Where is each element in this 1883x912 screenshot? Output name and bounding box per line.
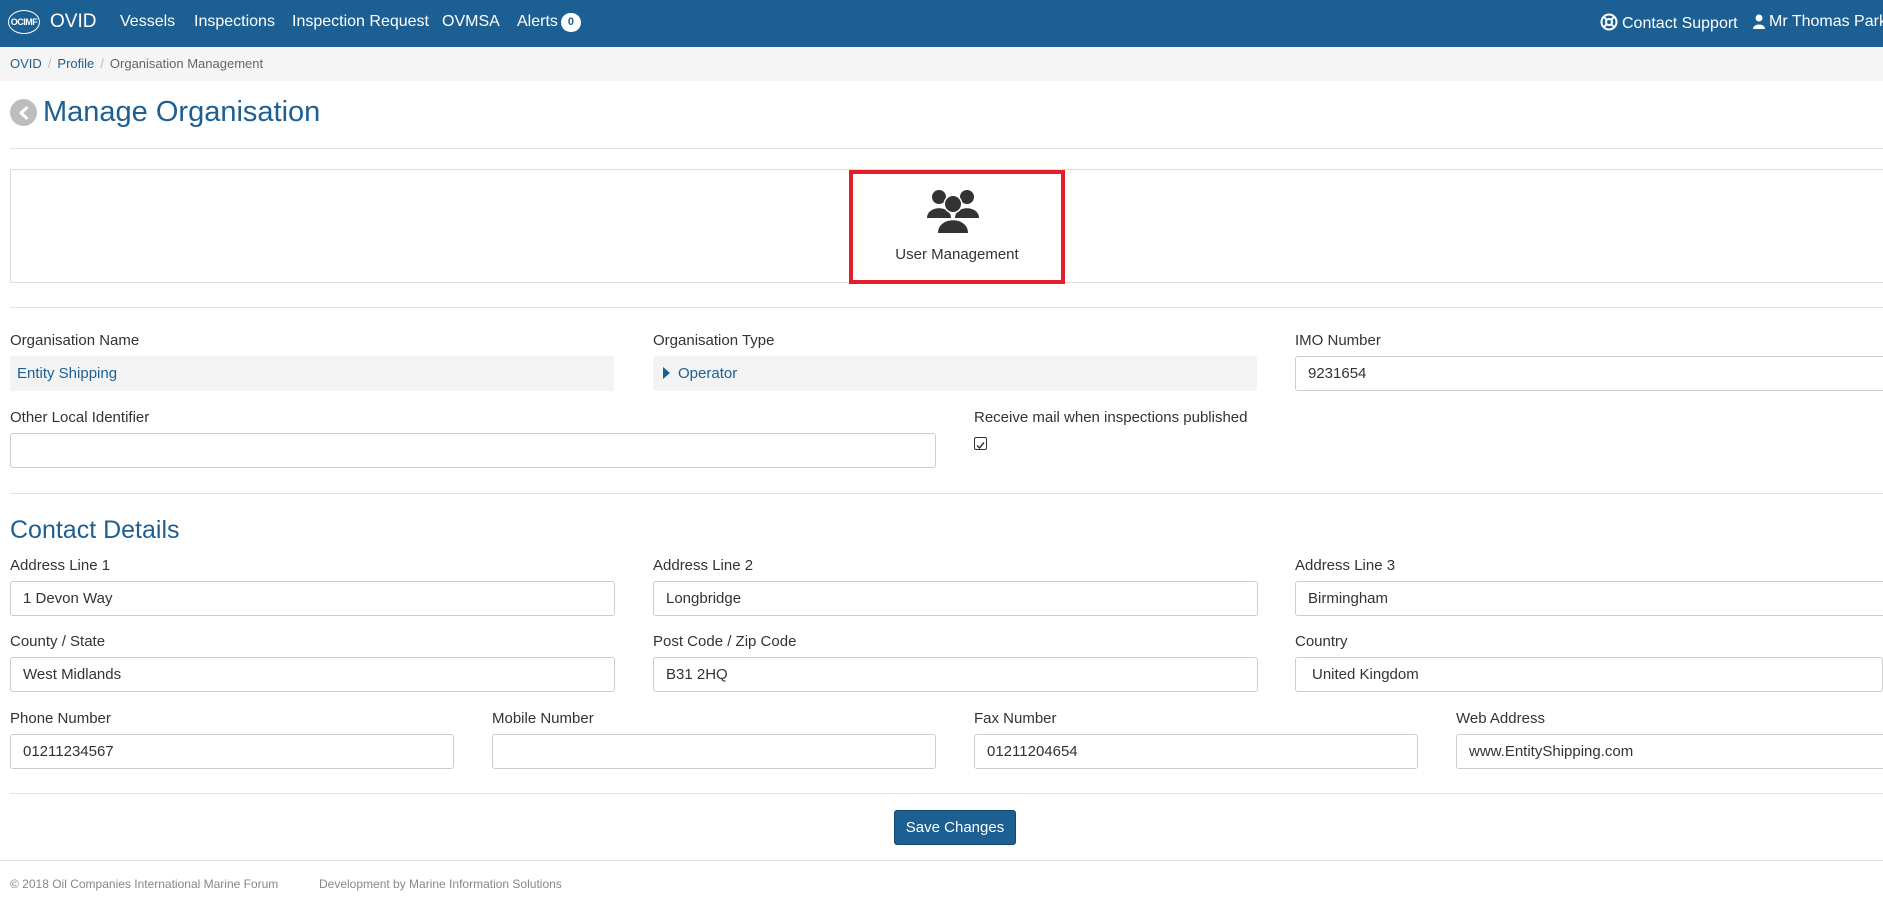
web-address-input[interactable]	[1456, 734, 1883, 769]
country-label: Country	[1295, 633, 1348, 650]
receive-mail-label: Receive mail when inspections published	[974, 409, 1248, 426]
page-title: Manage Organisation	[43, 96, 321, 128]
caret-right-icon	[663, 367, 670, 379]
organisation-name-value: Entity Shipping	[10, 356, 614, 391]
contact-support-label: Contact Support	[1622, 15, 1738, 32]
nav-inspection-request[interactable]: Inspection Request	[292, 13, 429, 31]
footer-development[interactable]: Development by Marine Information Soluti…	[319, 877, 562, 891]
users-icon	[927, 190, 979, 234]
breadcrumb-current: Organisation Management	[109, 56, 264, 71]
user-management-tile[interactable]: User Management	[849, 170, 1065, 284]
breadcrumb-separator: /	[47, 56, 52, 71]
divider	[10, 493, 1883, 494]
life-ring-icon	[1600, 13, 1618, 31]
footer-divider	[0, 860, 1883, 861]
checkmark-icon	[976, 442, 985, 450]
user-menu[interactable]: Mr Thomas Parke	[1753, 13, 1883, 31]
fax-number-input[interactable]	[974, 734, 1418, 769]
chevron-left-icon	[19, 106, 28, 119]
back-arrow-icon[interactable]	[10, 99, 37, 126]
postcode-input[interactable]	[653, 657, 1258, 692]
page-header: Manage Organisation	[10, 96, 320, 129]
breadcrumb-ovid[interactable]: OVID	[10, 56, 42, 71]
save-changes-button[interactable]: Save Changes	[894, 810, 1016, 845]
divider	[10, 793, 1883, 794]
address-line-1-input[interactable]	[10, 581, 615, 616]
contact-support-link[interactable]: Contact Support	[1600, 13, 1738, 33]
address-line-1-label: Address Line 1	[10, 557, 111, 574]
divider	[10, 148, 1883, 149]
user-icon	[1753, 14, 1765, 29]
address-line-3-input[interactable]	[1295, 581, 1883, 616]
receive-mail-checkbox[interactable]	[974, 437, 987, 450]
imo-number-input[interactable]	[1295, 356, 1883, 391]
breadcrumb: OVID / Profile / Organisation Management	[0, 47, 1883, 81]
address-line-3-label: Address Line 3	[1295, 557, 1396, 574]
nav-alerts[interactable]: Alerts 0	[517, 13, 581, 32]
fax-number-label: Fax Number	[974, 710, 1057, 727]
organisation-type-value: Operator	[678, 365, 738, 382]
brand[interactable]: OCIMF OVID	[8, 10, 96, 34]
breadcrumb-separator: /	[100, 56, 104, 71]
top-navbar: OCIMF OVID Vessels Inspections Inspectio…	[0, 0, 1883, 47]
nav-ovmsa[interactable]: OVMSA	[442, 13, 500, 31]
phone-number-input[interactable]	[10, 734, 454, 769]
nav-inspections[interactable]: Inspections	[194, 13, 275, 31]
mobile-number-input[interactable]	[492, 734, 936, 769]
organisation-type-label: Organisation Type	[653, 332, 775, 349]
postcode-label: Post Code / Zip Code	[653, 633, 797, 650]
ocimf-logo: OCIMF	[8, 10, 40, 34]
divider	[10, 307, 1883, 308]
nav-vessels[interactable]: Vessels	[120, 13, 175, 31]
other-local-identifier-label: Other Local Identifier	[10, 409, 150, 426]
country-select[interactable]	[1295, 657, 1883, 692]
county-state-label: County / State	[10, 633, 106, 650]
county-state-input[interactable]	[10, 657, 615, 692]
breadcrumb-profile[interactable]: Profile	[57, 56, 94, 71]
user-management-label: User Management	[895, 246, 1019, 263]
contact-details-title: Contact Details	[10, 516, 180, 544]
footer-copyright: © 2018 Oil Companies International Marin…	[10, 877, 279, 891]
nav-alerts-label: Alerts	[517, 13, 558, 30]
imo-number-label: IMO Number	[1295, 332, 1381, 349]
address-line-2-label: Address Line 2	[653, 557, 754, 574]
user-name: Mr Thomas Parke	[1769, 13, 1883, 30]
phone-number-label: Phone Number	[10, 710, 111, 727]
organisation-type-field[interactable]: Operator	[653, 356, 1257, 391]
mobile-number-label: Mobile Number	[492, 710, 594, 727]
web-address-label: Web Address	[1456, 710, 1545, 727]
alerts-count-badge: 0	[560, 13, 581, 32]
other-local-identifier-input[interactable]	[10, 433, 936, 468]
address-line-2-input[interactable]	[653, 581, 1258, 616]
brand-name[interactable]: OVID	[50, 11, 96, 33]
organisation-name-label: Organisation Name	[10, 332, 140, 349]
